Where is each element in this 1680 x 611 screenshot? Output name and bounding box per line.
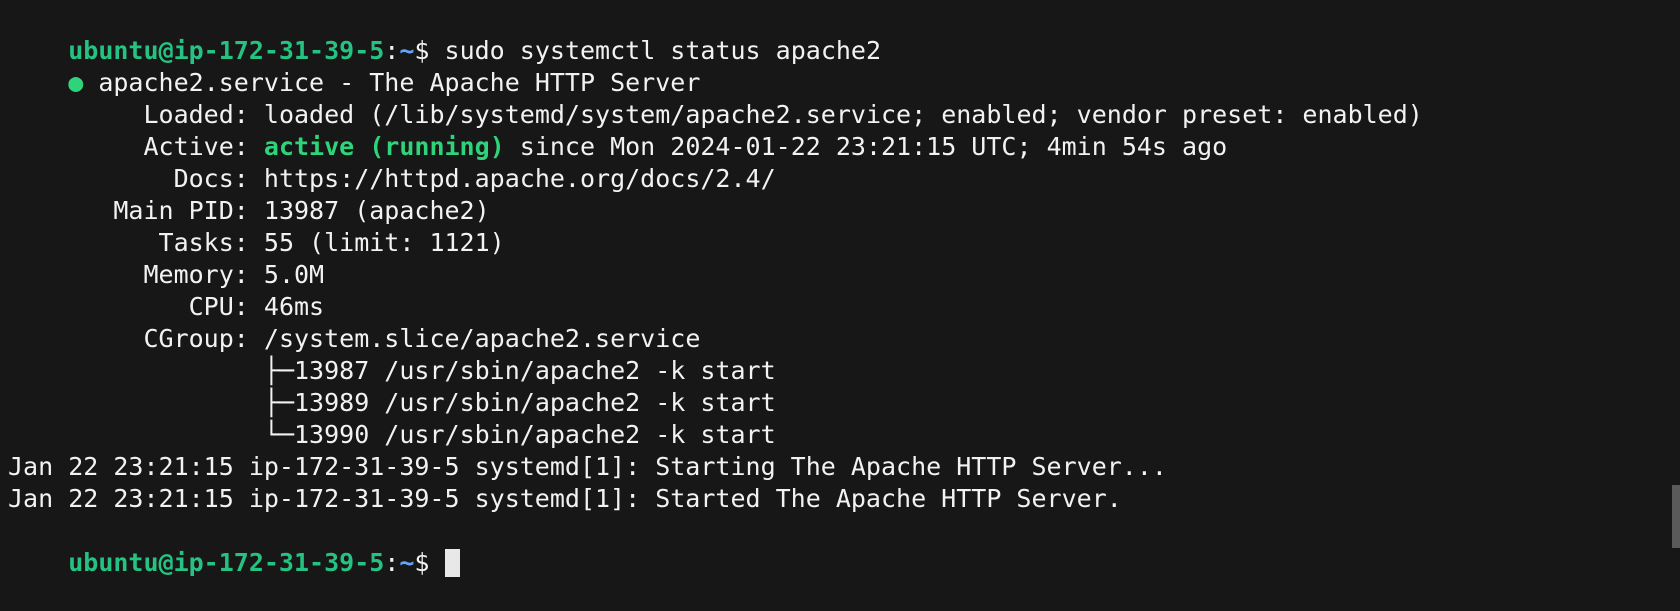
prompt-separator: : xyxy=(384,36,400,65)
memory-value: 5.0M xyxy=(263,260,325,289)
prompt-path: ~ xyxy=(399,548,415,577)
scrollbar[interactable] xyxy=(1672,0,1680,548)
prompt-line[interactable]: ubuntu@ip-172-31-39-5:~$ xyxy=(8,515,1680,577)
prompt-user-host: ubuntu@ip-172-31-39-5 xyxy=(68,36,385,65)
tasks-value: 55 (limit: 1121) xyxy=(263,228,505,257)
prompt-symbol: $ xyxy=(414,36,445,65)
log-line: Jan 22 23:21:15 ip-172-31-39-5 systemd[1… xyxy=(8,452,1167,481)
service-title: apache2.service - The Apache HTTP Server xyxy=(83,68,701,97)
active-label: Active: xyxy=(68,132,264,161)
docs-label: Docs: xyxy=(68,164,264,193)
command-line: ubuntu@ip-172-31-39-5:~$ sudo systemctl … xyxy=(8,3,1680,65)
process-text: 13990 /usr/sbin/apache2 -k start xyxy=(294,420,776,449)
cpu-label: CPU: xyxy=(68,292,264,321)
command-text: sudo systemctl status apache2 xyxy=(444,36,882,65)
prompt-symbol: $ xyxy=(414,548,445,577)
cpu-value: 46ms xyxy=(263,292,325,321)
cgroup-value: /system.slice/apache2.service xyxy=(263,324,701,353)
active-state: active (running) xyxy=(263,132,505,161)
log-line: Jan 22 23:21:15 ip-172-31-39-5 systemd[1… xyxy=(8,484,1122,513)
main-pid-label: Main PID: xyxy=(68,196,264,225)
terminal-window[interactable]: ubuntu@ip-172-31-39-5:~$ sudo systemctl … xyxy=(0,0,1680,577)
prompt-user-host: ubuntu@ip-172-31-39-5 xyxy=(68,548,385,577)
status-dot-icon: ● xyxy=(68,68,84,97)
process-text: 13989 /usr/sbin/apache2 -k start xyxy=(294,388,776,417)
process-text: 13987 /usr/sbin/apache2 -k start xyxy=(294,356,776,385)
tree-branch-icon: ├─ xyxy=(68,356,294,385)
tree-branch-icon: ├─ xyxy=(68,388,294,417)
memory-label: Memory: xyxy=(68,260,264,289)
docs-link[interactable]: https://httpd.apache.org/docs/2.4/ xyxy=(264,164,776,193)
tree-end-icon: └─ xyxy=(68,420,294,449)
prompt-path: ~ xyxy=(399,36,415,65)
loaded-label: Loaded: xyxy=(68,100,264,129)
scrollbar-thumb[interactable] xyxy=(1672,485,1680,548)
text-cursor[interactable] xyxy=(444,548,460,577)
main-pid-value: 13987 (apache2) xyxy=(263,196,490,225)
prompt-separator: : xyxy=(384,548,400,577)
cgroup-label: CGroup: xyxy=(68,324,264,353)
loaded-value: loaded (/lib/systemd/system/apache2.serv… xyxy=(263,100,1423,129)
active-since: since Mon 2024-01-22 23:21:15 UTC; 4min … xyxy=(504,132,1228,161)
tasks-label: Tasks: xyxy=(68,228,264,257)
